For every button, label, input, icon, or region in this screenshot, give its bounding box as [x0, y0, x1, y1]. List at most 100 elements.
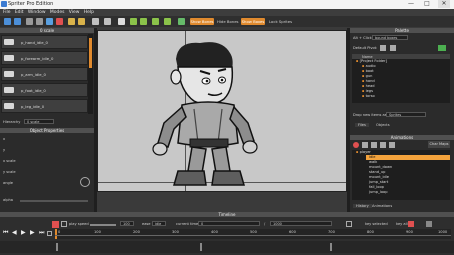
animation-item[interactable]: jump_loop	[366, 190, 450, 195]
record-key-icon[interactable]	[52, 221, 59, 228]
play-speed-label: play speed	[69, 222, 89, 226]
hierarchy-field[interactable]: 0 scale	[24, 119, 54, 124]
current-time-label: current time	[176, 222, 199, 226]
app-icon	[1, 1, 7, 7]
ease-field[interactable]: idle	[152, 221, 166, 226]
angle-dial[interactable]	[80, 177, 90, 187]
canvas-area[interactable]	[97, 30, 347, 192]
keyframe-marker[interactable]	[56, 243, 58, 251]
tree-folder[interactable]: ▪ torso	[352, 94, 450, 99]
ruler-tick-label: 100	[94, 230, 101, 234]
save-as-icon[interactable]	[104, 18, 111, 25]
paste-icon[interactable]	[36, 18, 43, 25]
fit-icon[interactable]	[164, 18, 171, 25]
canvas-scrollbar-left[interactable]	[94, 28, 97, 212]
delete-animation-icon[interactable]	[353, 142, 359, 148]
window-title: Spriter Pro Edition	[8, 1, 54, 7]
key-all-label[interactable]: key all	[396, 222, 408, 226]
menu-help[interactable]: Help	[84, 10, 94, 15]
timeline-header: Timeline	[0, 212, 454, 217]
open-file-icon[interactable]	[78, 18, 85, 25]
part-row[interactable]: p_hand_idle_0	[1, 35, 88, 49]
object-properties-header: Object Properties	[0, 128, 94, 133]
part-name: p_forearm_idle_0	[21, 56, 54, 61]
close-button[interactable]: ✕	[438, 0, 450, 8]
alpha-slider[interactable]	[20, 200, 88, 202]
options-icon[interactable]	[426, 221, 432, 227]
menu-modes[interactable]: Modes	[50, 10, 65, 15]
scale-icon[interactable]	[140, 18, 147, 25]
duplicate-animation-icon[interactable]	[371, 142, 377, 148]
loop-icon[interactable]	[47, 231, 52, 236]
toolbar: Show Bones Hide Bones Show Boxes Lock Sp…	[0, 16, 454, 27]
character-sprite[interactable]	[138, 39, 278, 191]
keyframe-marker[interactable]	[200, 243, 202, 251]
parts-scrollbar[interactable]	[88, 34, 93, 114]
ruler-tick-label: 400	[211, 230, 218, 234]
speed-checkbox[interactable]	[61, 221, 67, 227]
undo-icon[interactable]	[4, 18, 11, 25]
first-frame-icon[interactable]: ⏮	[3, 229, 8, 237]
key-selected-icon[interactable]	[346, 221, 352, 227]
pivot-icon[interactable]	[380, 45, 386, 51]
current-time-field[interactable]: 0	[198, 221, 260, 226]
export-icon[interactable]	[118, 18, 125, 25]
transform-icon[interactable]	[130, 18, 137, 25]
part-row[interactable]: p_leg_idle_0	[1, 99, 88, 113]
show-bones-button[interactable]: Show Bones	[190, 18, 214, 25]
bound-boxes-select[interactable]: bound boxes	[372, 35, 408, 40]
key-selected-label[interactable]: key selected	[365, 222, 388, 226]
next-frame-icon[interactable]: ▶	[30, 229, 35, 236]
speed-value-field[interactable]: 100	[120, 221, 134, 226]
rotate-icon[interactable]	[152, 18, 159, 25]
keyframe-track[interactable]	[0, 241, 454, 253]
keyframe-marker[interactable]	[330, 243, 332, 251]
total-time-field[interactable]: 1000	[270, 221, 332, 226]
timeline-panel: Timeline play speed 100 ease idle curren…	[0, 212, 454, 255]
hide-bones-label[interactable]: Hide Bones	[217, 19, 239, 24]
settings-animation-icon[interactable]	[389, 142, 395, 148]
part-row[interactable]: p_foot_idle_0	[1, 83, 88, 97]
ruler-tick-label: 500	[250, 230, 257, 234]
rename-animation-icon[interactable]	[380, 142, 386, 148]
part-row[interactable]: p_forearm_idle_0	[1, 51, 88, 65]
animation-list: ▪ player idle walk mount_down stand_up m…	[352, 150, 450, 200]
last-frame-icon[interactable]: ⏭	[39, 229, 44, 237]
animations-panel: Animations Char Maps ▪ player idle walk …	[350, 135, 454, 212]
minimize-button[interactable]: —	[405, 0, 417, 8]
show-boxes-button[interactable]: Show Boxes	[241, 18, 265, 25]
speed-slider[interactable]	[90, 224, 116, 226]
new-file-icon[interactable]	[68, 18, 75, 25]
menu-file[interactable]: File	[3, 10, 11, 15]
tool-icon[interactable]	[46, 18, 53, 25]
grid-icon[interactable]	[178, 18, 185, 25]
tab-animations[interactable]: Animations	[372, 204, 392, 208]
maximize-button[interactable]: □	[421, 0, 433, 8]
alt-click-label: Alt + Click:	[353, 36, 373, 40]
part-name: p_arm_idle_0	[21, 72, 46, 77]
new-animation-icon[interactable]	[362, 142, 368, 148]
playhead[interactable]	[55, 229, 57, 239]
copy-icon[interactable]	[26, 18, 33, 25]
drop-items-select[interactable]: Sprites	[386, 112, 426, 117]
tab-objects[interactable]: Objects	[376, 123, 390, 127]
tab-files[interactable]: Files	[355, 123, 369, 127]
menu-view[interactable]: View	[69, 10, 80, 15]
menu-window[interactable]: Window	[28, 10, 46, 15]
prev-frame-icon[interactable]: ◀	[12, 229, 17, 236]
char-maps-button[interactable]: Char Maps	[428, 141, 450, 148]
save-icon[interactable]	[92, 18, 99, 25]
menu-edit[interactable]: Edit	[15, 10, 24, 15]
timeline-ruler[interactable]: 0 100 200 300 400 500 600 700 800 900 10…	[55, 229, 451, 239]
lock-sprites-label[interactable]: Lock Sprites	[269, 19, 292, 24]
pivot-reset-icon[interactable]	[390, 45, 396, 51]
redo-icon[interactable]	[14, 18, 21, 25]
play-icon[interactable]: ▶	[21, 229, 26, 236]
title-bar: Spriter Pro Edition — □ ✕	[0, 0, 454, 9]
refresh-icon[interactable]	[438, 45, 446, 51]
key-all-icon[interactable]	[408, 221, 414, 227]
ruler-tick-label: 300	[172, 230, 179, 234]
part-row[interactable]: p_arm_idle_0	[1, 67, 88, 81]
record-icon[interactable]	[56, 18, 63, 25]
tab-history[interactable]: History	[353, 204, 372, 208]
